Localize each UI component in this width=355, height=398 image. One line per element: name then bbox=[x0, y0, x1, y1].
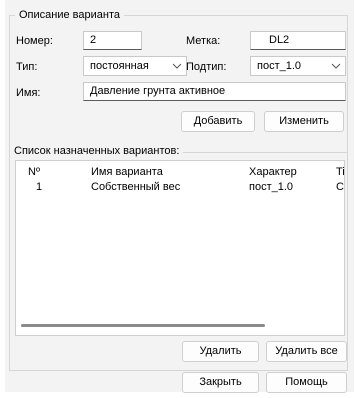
row-cell-type: C bbox=[336, 181, 344, 193]
mark-label: Метка: bbox=[186, 35, 221, 47]
type-select[interactable]: постоянная bbox=[83, 56, 187, 76]
row-cell-number: 1 bbox=[36, 181, 43, 193]
row-cell-variant-name: Собственный вес bbox=[91, 181, 181, 193]
subtype-select-value: пост_1.0 bbox=[257, 60, 302, 72]
horizontal-scrollbar-thumb[interactable] bbox=[21, 324, 265, 327]
number-field[interactable]: 2 bbox=[83, 31, 142, 50]
edit-button[interactable]: Изменить bbox=[264, 111, 344, 132]
mark-field[interactable]: DL2 bbox=[250, 31, 346, 50]
name-label: Имя: bbox=[16, 87, 41, 99]
row-cell-character: пост_1.0 bbox=[249, 181, 294, 193]
subtype-label: Подтип: bbox=[186, 61, 227, 73]
column-header-number[interactable]: Nº bbox=[28, 165, 40, 179]
column-header-type[interactable]: Ti bbox=[336, 165, 344, 179]
assigned-variants-list[interactable]: Nº Имя варианта Характер Ti 1 Собственны… bbox=[15, 160, 345, 336]
type-label: Тип: bbox=[16, 61, 38, 73]
chevron-down-icon bbox=[331, 63, 341, 69]
subtype-select[interactable]: пост_1.0 bbox=[250, 56, 346, 76]
variant-description-title: Описание варианта bbox=[15, 8, 124, 22]
assigned-variants-title: Список назначенных вариантов: bbox=[10, 144, 184, 158]
add-button[interactable]: Добавить bbox=[181, 111, 255, 132]
table-row[interactable]: 1 Собственный вес пост_1.0 C bbox=[16, 179, 344, 195]
delete-button[interactable]: Удалить bbox=[182, 341, 259, 362]
column-header-variant-name[interactable]: Имя варианта bbox=[91, 165, 163, 179]
chevron-down-icon bbox=[172, 63, 182, 69]
close-button[interactable]: Закрыть bbox=[182, 372, 259, 393]
number-label: Номер: bbox=[16, 35, 53, 47]
column-header-character[interactable]: Характер bbox=[249, 165, 297, 179]
type-select-value: постоянная bbox=[90, 60, 149, 72]
name-field[interactable]: Давление грунта активное bbox=[83, 82, 346, 101]
dialog-panel: Описание варианта Номер: 2 Метка: DL2 Ти… bbox=[5, 0, 354, 393]
help-button[interactable]: Помощь bbox=[266, 372, 347, 393]
delete-all-button[interactable]: Удалить все bbox=[266, 341, 347, 362]
